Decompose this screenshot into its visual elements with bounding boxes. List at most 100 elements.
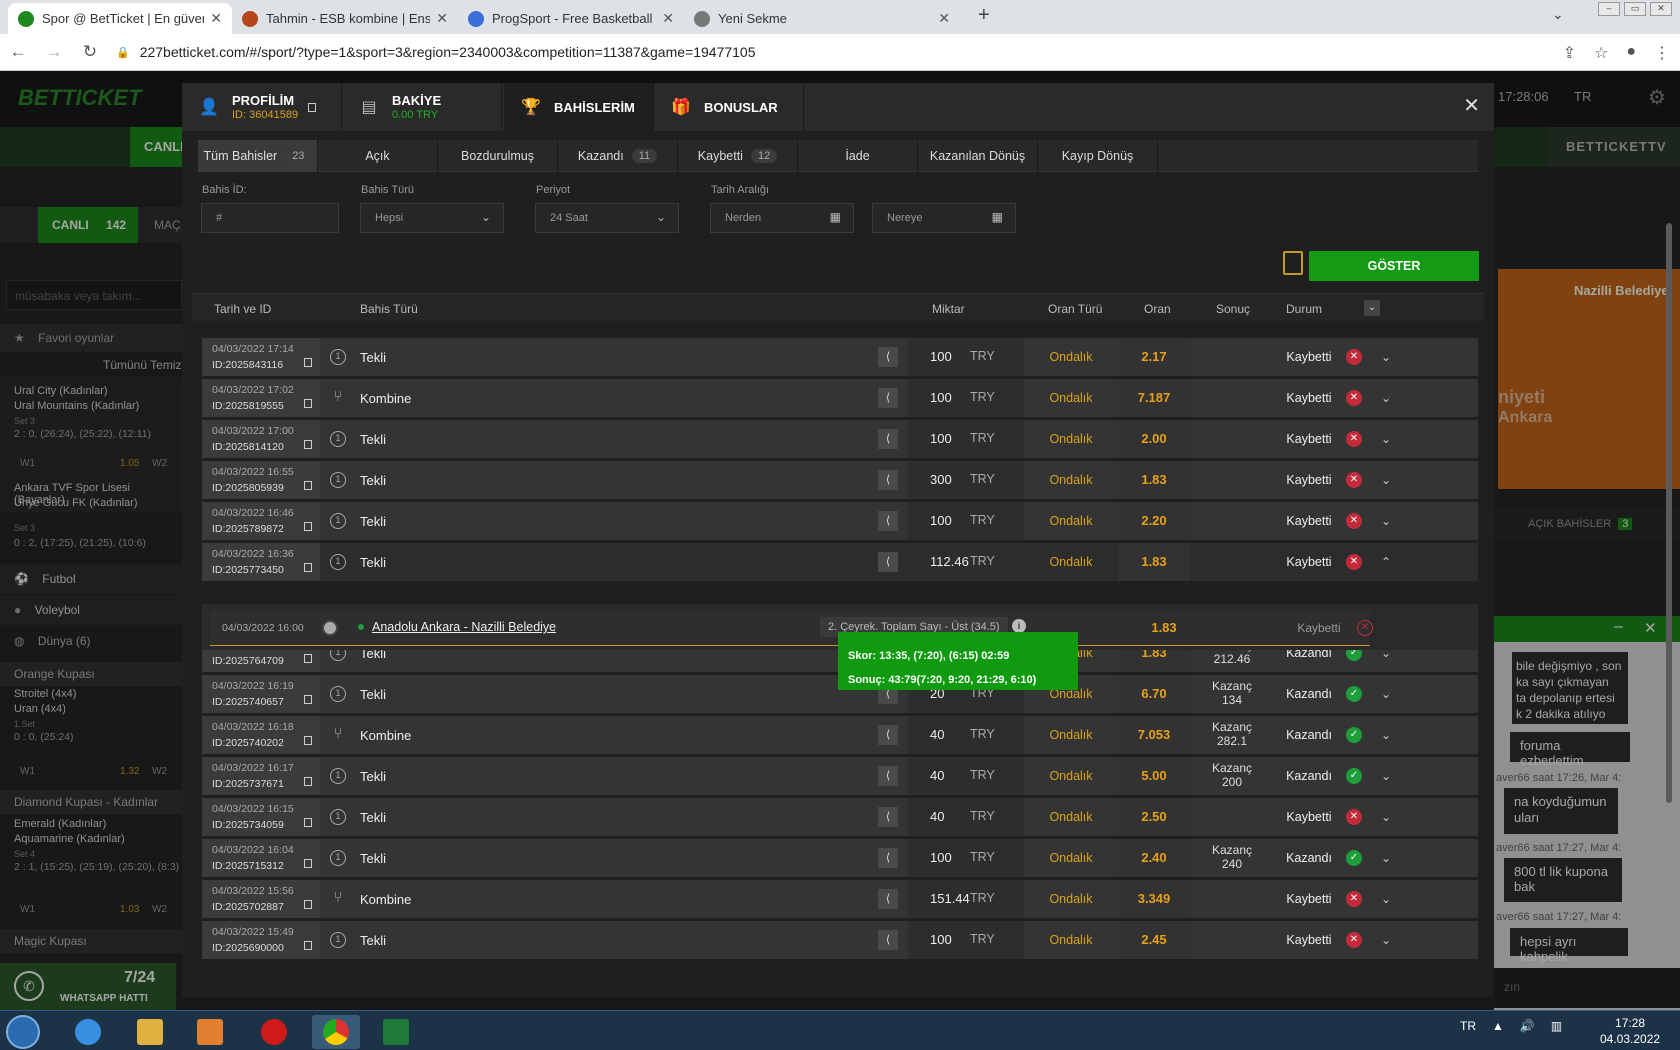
share-icon[interactable]: ⟨: [878, 511, 898, 531]
chevron-down-icon[interactable]: ⌄: [1374, 338, 1398, 376]
tab-bakiye[interactable]: ▤ BAKİYE 0.00 TRY: [342, 83, 502, 131]
bet-row[interactable]: 04/03/2022 17:14 ID:2025843116 1 Tekli ⟨ 100 T…: [202, 338, 1478, 376]
close-window-icon[interactable]: ✕: [1650, 2, 1672, 16]
chevron-down-icon[interactable]: ⌄: [1374, 675, 1398, 713]
browser-tab-progsport[interactable]: ProgSport - Free Basketball Predi ✕: [458, 3, 684, 34]
filter-acik[interactable]: Açık: [318, 140, 438, 172]
network-icon[interactable]: ▥: [1551, 1019, 1562, 1033]
bet-row[interactable]: 04/03/2022 16:17 ID:2025737671 1 Tekli ⟨ 40 TR…: [202, 757, 1478, 795]
copy-icon[interactable]: [304, 695, 312, 704]
share-icon[interactable]: ⟨: [878, 930, 898, 950]
close-modal-icon[interactable]: ✕: [1463, 93, 1480, 118]
taskbar-clock[interactable]: 17:28 04.03.2022: [1600, 1015, 1660, 1047]
forward-icon[interactable]: →: [36, 42, 72, 62]
copy-icon[interactable]: [304, 818, 312, 827]
copy-icon[interactable]: [304, 399, 312, 408]
back-icon[interactable]: ←: [0, 42, 36, 62]
browser-tab-betticket[interactable]: Spor @ BetTicket | En güvenilir C ✕: [8, 3, 232, 34]
copy-id-icon[interactable]: [308, 102, 317, 112]
chevron-up-icon[interactable]: ⌃: [1374, 543, 1398, 581]
close-tab-icon[interactable]: ✕: [938, 10, 950, 27]
copy-icon[interactable]: [304, 440, 312, 449]
copy-icon[interactable]: [304, 358, 312, 367]
filter-kazanilan-donus[interactable]: Kazanılan Dönüş: [918, 140, 1038, 172]
close-tab-icon[interactable]: ✕: [210, 10, 222, 27]
copy-icon[interactable]: [304, 522, 312, 531]
info-icon[interactable]: i: [1012, 619, 1026, 633]
bet-type-select[interactable]: Hepsi ⌄: [360, 203, 504, 233]
reload-icon[interactable]: ↻: [72, 42, 108, 62]
date-to-input[interactable]: Nereye ▦: [872, 203, 1016, 233]
bet-detail-event[interactable]: 04/03/2022 16:00 Anadolu Ankara - Nazill…: [210, 610, 1373, 646]
chevron-down-icon[interactable]: ⌄: [1374, 757, 1398, 795]
bet-row[interactable]: 04/03/2022 17:00 ID:2025814120 1 Tekli ⟨ 100 T…: [202, 420, 1478, 458]
copy-icon[interactable]: [304, 941, 312, 950]
url-input[interactable]: 227betticket.com/#/sport/?type=1&sport=3…: [140, 44, 756, 60]
copy-icon[interactable]: [304, 736, 312, 745]
filter-kazandi[interactable]: Kazandı 11: [558, 140, 678, 172]
chevron-down-icon[interactable]: ⌄: [1374, 921, 1398, 959]
share-icon[interactable]: ⟨: [878, 889, 898, 909]
tab-bahislerim[interactable]: 🏆 BAHİSLERİM: [504, 83, 654, 131]
new-tab-icon[interactable]: +: [978, 4, 990, 27]
match-link[interactable]: Anadolu Ankara - Nazilli Belediye: [372, 620, 556, 634]
taskbar-explorer[interactable]: [126, 1015, 174, 1049]
bet-row[interactable]: 04/03/2022 16:18 ID:2025740202 ⑂ Kombine ⟨ 40…: [202, 716, 1478, 754]
filter-iade[interactable]: İade: [798, 140, 918, 172]
bet-row[interactable]: 04/03/2022 16:04 ID:2025715312 1 Tekli ⟨ 100 T…: [202, 839, 1478, 877]
date-from-input[interactable]: Nerden ▦: [710, 203, 854, 233]
maximize-icon[interactable]: ▭: [1624, 2, 1646, 16]
tab-bonuslar[interactable]: 🎁 BONUSLAR: [654, 83, 804, 131]
taskbar-ie[interactable]: [64, 1015, 112, 1049]
share-icon[interactable]: ⟨: [878, 347, 898, 367]
taskbar-chrome[interactable]: [312, 1015, 360, 1049]
chevron-down-icon[interactable]: ⌄: [1374, 379, 1398, 417]
tray-arrow-icon[interactable]: ▲: [1492, 1019, 1504, 1033]
share-icon[interactable]: ⟨: [878, 766, 898, 786]
bet-row[interactable]: 04/03/2022 16:55 ID:2025805939 1 Tekli ⟨ 300 T…: [202, 461, 1478, 499]
chevron-down-icon[interactable]: ⌄: [1374, 880, 1398, 918]
chevron-down-icon[interactable]: ⌄: [1374, 716, 1398, 754]
chevron-down-icon[interactable]: ⌄: [1374, 461, 1398, 499]
browser-tab-tahmin[interactable]: Tahmin - ESB kombine | Ensonba ✕: [232, 3, 458, 34]
share-icon[interactable]: ⟨: [878, 807, 898, 827]
menu-dots-icon[interactable]: ⋮: [1654, 43, 1670, 63]
share-icon[interactable]: ⟨: [878, 848, 898, 868]
tab-profilim[interactable]: 👤 PROFİLİM ID: 36041589: [182, 83, 342, 131]
share-icon[interactable]: ⟨: [878, 725, 898, 745]
bet-row[interactable]: 04/03/2022 15:49 ID:2025690000 1 Tekli ⟨ 100 T…: [202, 921, 1478, 959]
period-select[interactable]: 24 Saat ⌄: [535, 203, 679, 233]
chevron-down-icon[interactable]: ⌄: [1374, 502, 1398, 540]
chevron-down-icon[interactable]: ⌄: [1374, 420, 1398, 458]
bet-row[interactable]: 04/03/2022 16:15 ID:2025734059 1 Tekli ⟨ 40 TR…: [202, 798, 1478, 836]
taskbar-excel[interactable]: [372, 1015, 420, 1049]
chevron-down-icon[interactable]: ⌄: [1374, 798, 1398, 836]
share-icon[interactable]: ⟨: [878, 388, 898, 408]
copy-icon[interactable]: [304, 777, 312, 786]
filter-tum-bahisler[interactable]: Tüm Bahisler 23: [198, 140, 318, 172]
minimize-icon[interactable]: –: [1598, 2, 1620, 16]
copy-icon[interactable]: [304, 900, 312, 909]
copy-icon[interactable]: [304, 481, 312, 490]
close-tab-icon[interactable]: ✕: [662, 10, 674, 27]
filter-kaybetti[interactable]: Kaybetti 12: [678, 140, 798, 172]
taskbar-opera[interactable]: [250, 1015, 298, 1049]
filter-kayip-donus[interactable]: Kayıp Dönüş: [1038, 140, 1158, 172]
modal-scrollbar[interactable]: [1666, 223, 1672, 803]
bet-row[interactable]: 04/03/2022 15:56 ID:2025702887 ⑂ Kombine ⟨ 15…: [202, 880, 1478, 918]
filter-bozdurulmus[interactable]: Bozdurulmuş: [438, 140, 558, 172]
input-language[interactable]: TR: [1460, 1019, 1476, 1033]
clipboard-icon[interactable]: [1283, 251, 1303, 275]
copy-icon[interactable]: [304, 563, 312, 572]
bet-row[interactable]: 04/03/2022 16:36 ID:2025773450 1 Tekli ⟨ 112.…: [202, 543, 1478, 581]
lock-icon[interactable]: 🔒: [116, 46, 130, 59]
volume-icon[interactable]: 🔊: [1520, 1019, 1535, 1033]
start-button[interactable]: [6, 1015, 40, 1049]
bookmark-star-icon[interactable]: ☆: [1594, 43, 1608, 63]
share-icon[interactable]: ⟨: [878, 552, 898, 572]
profile-icon[interactable]: ●: [1626, 43, 1636, 63]
browser-tab-new[interactable]: Yeni Sekme ✕: [684, 3, 960, 34]
share-icon[interactable]: ⟨: [878, 429, 898, 449]
collapse-all-icon[interactable]: ⌄: [1364, 300, 1380, 316]
taskbar-media[interactable]: [186, 1015, 234, 1049]
